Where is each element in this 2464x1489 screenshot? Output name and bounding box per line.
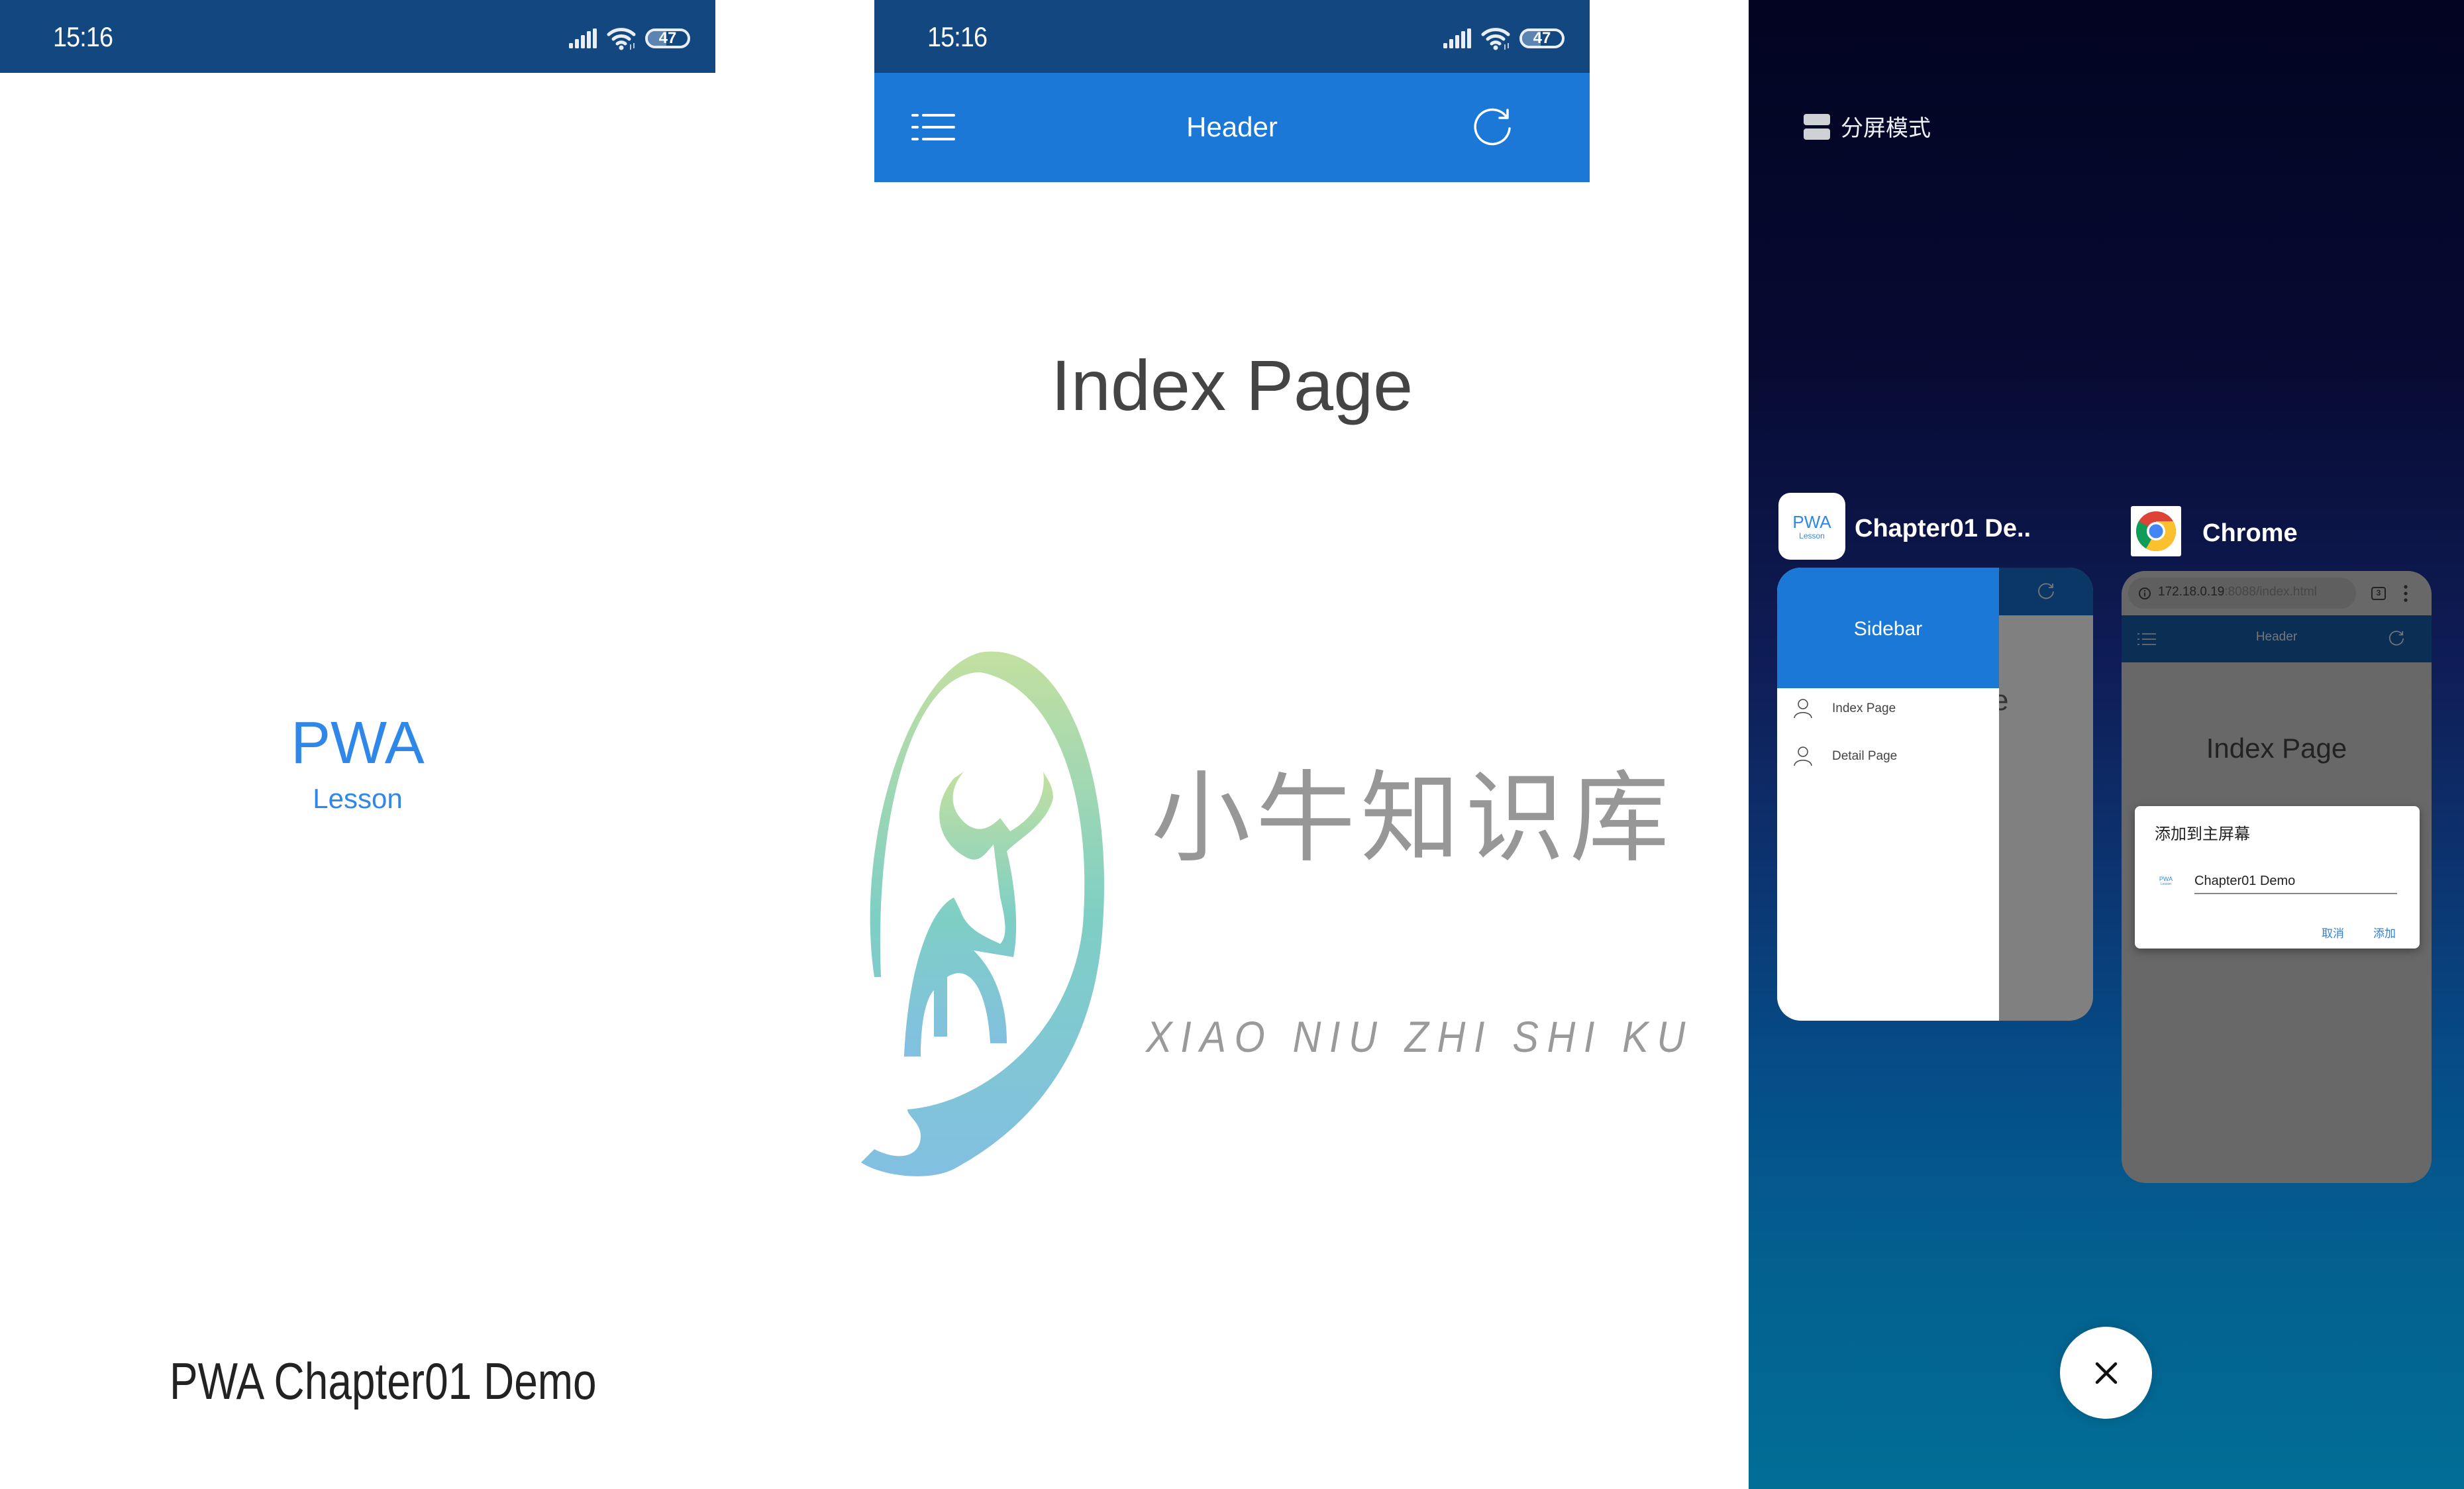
url-host: 172.18.0.19 (2158, 585, 2225, 599)
page-title: Index Page (2206, 733, 2347, 764)
pwa-app-label: Chapter01 De.. (1855, 515, 2031, 542)
sidebar-item-index-page[interactable]: Index Page (1777, 692, 1999, 732)
add-button[interactable]: 添加 (2373, 924, 2396, 941)
battery-icon: 47 (1519, 28, 1565, 48)
signal-icon (569, 28, 597, 48)
sidebar-item-detail-page[interactable]: Detail Page (1777, 740, 1999, 780)
more-vert-icon[interactable] (2404, 585, 2408, 602)
sidebar-item-label: Index Page (1832, 701, 1896, 715)
browser-toolbar: 172.18.0.19:8088/index.html 3 (2122, 571, 2432, 615)
battery-level: 47 (1533, 29, 1551, 47)
pwa-app-icon[interactable]: PWA Lesson (1778, 493, 1845, 560)
refresh-icon (2038, 583, 2054, 599)
signal-icon (1443, 28, 1471, 48)
splash-screen: 15:16 47 PWA Lesson PWA Chapter01 Demo (0, 0, 715, 1489)
splash-logo-title: PWA (291, 710, 425, 776)
sidebar-drawer: Sidebar Index Page Detail Page (1777, 568, 1999, 1021)
shortcut-name-input[interactable] (2194, 869, 2397, 894)
page-title: Index Page (1051, 345, 1413, 425)
status-bar: 15:16 47 (874, 0, 1590, 73)
url-path: :8088/index.html (2224, 585, 2317, 599)
splash-logo-subtitle: Lesson (313, 783, 403, 814)
pwa-icon-title: PWA (1792, 512, 1831, 532)
app-index-screen: 15:16 47 Header Index Page (874, 0, 1590, 1489)
sidebar-item-label: Detail Page (1832, 749, 1898, 763)
clear-all-button[interactable] (2060, 1327, 2152, 1419)
status-time: 15:16 (927, 21, 988, 52)
cancel-button[interactable]: 取消 (2322, 924, 2344, 941)
tab-count-button[interactable]: 3 (2371, 587, 2386, 600)
pwa-icon-title: PWA (2159, 876, 2173, 882)
wifi-icon (607, 28, 636, 50)
chrome-logo-icon (2136, 511, 2176, 552)
sidebar-header: Sidebar (1777, 568, 1999, 688)
url-text: 172.18.0.19:8088/index.html (2158, 585, 2317, 599)
recent-apps-screen: 分屏模式 PWA Lesson Chapter01 De.. e Sidebar… (1749, 0, 2464, 1489)
chrome-app-icon[interactable] (2131, 506, 2181, 556)
sidebar-title: Sidebar (1853, 618, 1923, 640)
status-time: 15:16 (53, 21, 113, 52)
user-icon (1794, 699, 1812, 719)
pwa-icon-subtitle: Lesson (1799, 531, 1825, 540)
card-header: Header (2122, 615, 2432, 662)
header-title: Header (2255, 630, 2298, 644)
battery-icon: 47 (645, 28, 690, 48)
status-bar: 15:16 47 (0, 0, 715, 73)
split-screen-label: 分屏模式 (1841, 116, 1931, 141)
info-icon (2139, 588, 2151, 599)
app-header: Header (874, 73, 1590, 182)
refresh-icon (2388, 631, 2404, 646)
dialog-title: 添加到主屏幕 (2155, 825, 2250, 843)
user-icon (1794, 746, 1812, 766)
chrome-app-card[interactable]: 172.18.0.19:8088/index.html 3 Header Ind… (2122, 571, 2432, 1183)
pwa-app-card[interactable]: e Sidebar Index Page Detail Page (1777, 568, 2093, 1021)
pwa-icon-subtitle: Lesson (2160, 882, 2172, 886)
pwa-app-icon: PWA Lesson (2156, 876, 2176, 886)
splash-app-name: PWA Chapter01 Demo (170, 1352, 597, 1410)
chrome-app-label: Chrome (2202, 519, 2298, 547)
refresh-icon[interactable] (1472, 107, 1513, 148)
split-screen-icon (1804, 114, 1830, 140)
add-to-home-screen-dialog: 添加到主屏幕 PWA Lesson 取消 添加 (2135, 806, 2420, 949)
close-icon (2095, 1362, 2118, 1384)
wifi-icon (1481, 28, 1510, 50)
battery-level: 47 (658, 29, 677, 47)
